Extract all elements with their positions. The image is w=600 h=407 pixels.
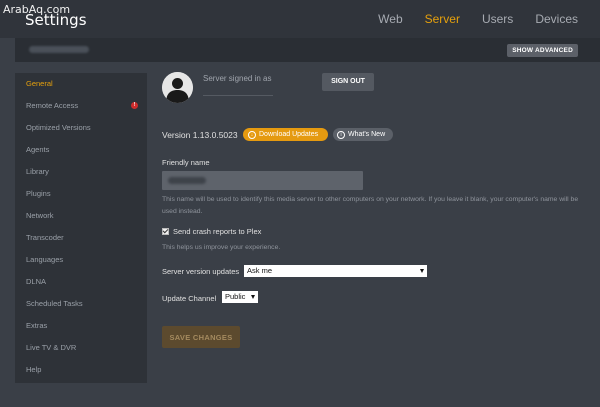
friendly-name-field[interactable] — [162, 171, 363, 190]
warning-badge-icon: ! — [131, 102, 138, 109]
server-name-redacted — [29, 46, 89, 53]
sidebar-item-network[interactable]: Network — [15, 205, 147, 227]
signed-in-label: Server signed in as — [203, 74, 272, 83]
crash-reports-help: This helps us improve your experience. — [162, 244, 281, 251]
sidebar-item-agents[interactable]: Agents — [15, 139, 147, 161]
top-nav: Web Server Users Devices — [378, 12, 578, 26]
settings-sidebar: General Remote Access ! Optimized Versio… — [15, 73, 147, 383]
download-icon: ↓ — [248, 130, 256, 139]
sidebar-item-transcoder[interactable]: Transcoder — [15, 227, 147, 249]
friendly-name-label: Friendly name — [162, 158, 210, 167]
sidebar-item-scheduled-tasks[interactable]: Scheduled Tasks — [15, 293, 147, 315]
update-channel-select[interactable]: Public — [222, 291, 258, 303]
download-updates-button[interactable]: ↓ Download Updates — [243, 128, 328, 141]
sign-out-button[interactable]: SIGN OUT — [322, 73, 374, 91]
sidebar-item-remote-access[interactable]: Remote Access ! — [15, 95, 147, 117]
update-channel-label: Update Channel — [162, 294, 217, 303]
show-advanced-button[interactable]: SHOW ADVANCED — [507, 44, 578, 57]
crash-reports-checkbox[interactable] — [162, 228, 169, 235]
select-value: Public — [225, 292, 246, 301]
sidebar-item-extras[interactable]: Extras — [15, 315, 147, 337]
sidebar-item-help[interactable]: Help — [15, 359, 147, 381]
page-title: Settings — [25, 11, 87, 29]
save-changes-button[interactable]: SAVE CHANGES — [162, 326, 240, 348]
user-silhouette-icon — [162, 72, 193, 103]
sidebar-item-live-tv-dvr[interactable]: Live TV & DVR — [15, 337, 147, 359]
server-version-updates-select[interactable]: Ask me — [244, 265, 427, 277]
sidebar-item-languages[interactable]: Languages — [15, 249, 147, 271]
friendly-name-help: This name will be used to identify this … — [162, 196, 579, 215]
server-version-updates-label: Server version updates — [162, 267, 240, 276]
sidebar-item-plugins[interactable]: Plugins — [15, 183, 147, 205]
chevron-down-icon — [251, 295, 255, 299]
friendly-name-redacted — [168, 177, 206, 184]
whats-new-label: What's New — [348, 131, 386, 138]
crash-reports-label: Send crash reports to Plex — [173, 227, 262, 236]
sidebar-item-label: Remote Access — [26, 101, 79, 110]
nav-server[interactable]: Server — [425, 12, 460, 26]
sidebar-item-optimized-versions[interactable]: Optimized Versions — [15, 117, 147, 139]
server-subheader: SHOW ADVANCED — [15, 38, 600, 62]
download-updates-label: Download Updates — [259, 131, 319, 138]
chevron-down-icon — [420, 269, 424, 273]
sidebar-item-dlna[interactable]: DLNA — [15, 271, 147, 293]
nav-devices[interactable]: Devices — [535, 12, 578, 26]
whats-new-button[interactable]: i What's New — [333, 128, 393, 141]
sidebar-item-library[interactable]: Library — [15, 161, 147, 183]
select-value: Ask me — [247, 266, 273, 275]
nav-users[interactable]: Users — [482, 12, 513, 26]
nav-web[interactable]: Web — [378, 12, 402, 26]
info-icon: i — [337, 130, 345, 139]
top-bar: ArabAq.com Settings Web Server Users Dev… — [0, 0, 600, 38]
divider — [203, 95, 273, 96]
version-label: Version 1.13.0.5023 — [162, 130, 238, 140]
sidebar-item-general[interactable]: General — [15, 73, 147, 95]
